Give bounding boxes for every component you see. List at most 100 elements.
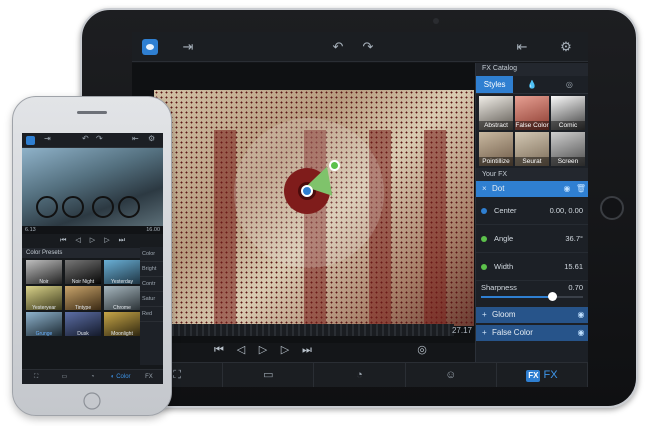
phone-tab-bar: ⛶ ▭ ◔ ◐ Color FX	[22, 369, 163, 384]
property-angle[interactable]: Angle 36.7°	[476, 225, 588, 253]
export-icon[interactable]: ⇤	[514, 39, 530, 55]
tab-fx[interactable]: FX FX	[497, 363, 588, 387]
plus-icon[interactable]: +	[482, 307, 492, 323]
preset-tile[interactable]: Noir	[26, 260, 62, 285]
home-button[interactable]	[600, 196, 624, 220]
jump-end-icon[interactable]: ⏭	[300, 342, 314, 358]
adjustment-sidebar: Color Bright Contr Satur Red	[140, 247, 163, 365]
import-icon[interactable]: ⇥	[44, 134, 51, 143]
undo-icon[interactable]: ↶	[82, 134, 89, 143]
angle-handle[interactable]	[329, 160, 340, 171]
camera-lens-icon[interactable]	[26, 136, 35, 145]
eye-icon[interactable]: ◉	[574, 307, 588, 323]
sharpness-control[interactable]: Sharpness 0.70	[476, 281, 588, 303]
eye-icon[interactable]: ◉	[574, 325, 588, 341]
trash-icon[interactable]: 🗑	[574, 181, 588, 197]
preset-tile[interactable]: Moonlight	[104, 312, 140, 337]
eye-icon[interactable]: ◉	[560, 181, 574, 197]
halftone-photo-preview[interactable]	[154, 90, 474, 326]
side-label[interactable]: Satur	[140, 292, 163, 307]
cyclists-video-preview[interactable]	[22, 148, 163, 226]
home-button[interactable]	[79, 392, 105, 410]
preset-tile[interactable]: Dusk	[65, 312, 101, 337]
palette-icon: ◐	[110, 374, 115, 380]
frame-back-icon[interactable]: ◁	[234, 342, 248, 358]
slider-knob[interactable]	[548, 292, 558, 301]
style-tile[interactable]: Screen	[551, 132, 585, 166]
frame-forward-icon[interactable]: ▷	[104, 234, 109, 248]
top-toolbar: ⇥ ↶ ↷ ⇤ ⚙	[132, 32, 588, 62]
mask-icon[interactable]: ☺	[406, 363, 497, 387]
redo-icon[interactable]: ↷	[360, 39, 376, 55]
tab-fx[interactable]: FX	[135, 370, 163, 384]
undo-icon[interactable]: ↶	[330, 39, 346, 55]
style-tile[interactable]: Seurat	[515, 132, 549, 166]
ipad-screen: ⇥ ↶ ↷ ⇤ ⚙ 27.17 ⏮ ◁ ▷ ▷ ⏭ ◎ FX Catalog S…	[132, 32, 588, 387]
plus-icon[interactable]: +	[482, 325, 492, 341]
fx-row-false-color[interactable]: + False Color ◉	[476, 325, 588, 341]
frame-forward-icon[interactable]: ▷	[278, 342, 292, 358]
center-handle[interactable]	[301, 185, 313, 197]
style-tile[interactable]: Pointillize	[479, 132, 513, 166]
style-tile[interactable]: False Color	[515, 96, 549, 130]
panel-title: FX Catalog	[476, 63, 588, 76]
property-width[interactable]: Width 15.61	[476, 253, 588, 281]
bottom-tab-bar: ⛶ ▭ ◔ ☺ FX FX	[132, 362, 588, 387]
aperture-icon[interactable]: ◎	[551, 76, 588, 93]
crop-icon[interactable]: ⛶	[22, 370, 50, 384]
fx-row-gloom[interactable]: + Gloom ◉	[476, 307, 588, 323]
speaker	[77, 111, 107, 114]
sharpness-value: 0.70	[568, 283, 583, 292]
phone-toolbar: ⇥ ↶ ↷ ⇤ ⚙	[22, 133, 163, 148]
play-icon[interactable]: ▷	[256, 342, 270, 358]
jump-end-icon[interactable]: ⏭	[119, 234, 125, 248]
timeline-scrubber[interactable]	[154, 324, 454, 336]
property-center[interactable]: Center 0.00, 0.00	[476, 197, 588, 225]
preset-tile[interactable]: Noir Night	[65, 260, 101, 285]
jump-start-icon[interactable]: ⏮	[212, 342, 226, 358]
iphone-device: ⇥ ↶ ↷ ⇤ ⚙ 6.13 16.00 ⏮ ◁ ▷ ▷ ⏭ Color Pre…	[12, 96, 172, 416]
fx-icon: FX	[526, 370, 541, 382]
export-icon[interactable]: ⇤	[132, 134, 139, 143]
catalog-segments: Styles 💧 ◎	[476, 76, 588, 94]
speed-icon[interactable]: ◔	[314, 363, 406, 387]
style-tile[interactable]: Comic	[551, 96, 585, 130]
play-icon[interactable]: ▷	[90, 234, 95, 248]
preset-tile[interactable]: Tintype	[65, 286, 101, 311]
side-label[interactable]: Bright	[140, 262, 163, 277]
drop-icon[interactable]: 💧	[513, 76, 550, 93]
iphone-screen: ⇥ ↶ ↷ ⇤ ⚙ 6.13 16.00 ⏮ ◁ ▷ ▷ ⏭ Color Pre…	[22, 133, 163, 384]
tab-color[interactable]: ◐ Color	[107, 370, 135, 384]
speed-icon[interactable]: ◔	[78, 370, 106, 384]
frame-back-icon[interactable]: ◁	[75, 234, 80, 248]
close-icon[interactable]: ×	[482, 181, 492, 197]
snapshot-icon[interactable]: ◎	[415, 342, 429, 358]
camera-lens-icon[interactable]	[142, 39, 158, 55]
your-fx-title: Your FX	[476, 168, 588, 181]
jump-start-icon[interactable]: ⏮	[60, 234, 66, 248]
redo-icon[interactable]: ↷	[96, 134, 103, 143]
preset-tile[interactable]: Chrome	[104, 286, 140, 311]
side-label[interactable]: Contr	[140, 277, 163, 292]
import-icon[interactable]: ⇥	[180, 39, 196, 55]
preset-tile[interactable]: Yesterday	[104, 260, 140, 285]
phone-transport: ⏮ ◁ ▷ ▷ ⏭	[22, 234, 163, 248]
segment-styles[interactable]: Styles	[476, 76, 514, 93]
gear-icon[interactable]: ⚙	[148, 134, 155, 143]
side-label: Color	[140, 247, 163, 262]
phone-timeline[interactable]: 6.13 16.00	[22, 226, 163, 234]
style-tile[interactable]: Abstract	[479, 96, 513, 130]
transport-controls: ⏮ ◁ ▷ ▷ ⏭ ◎	[132, 338, 475, 362]
front-camera	[433, 18, 439, 24]
side-label[interactable]: Red	[140, 307, 163, 322]
presentation-icon[interactable]: ▭	[50, 370, 78, 384]
styles-grid: Abstract False Color Comic Pointillize S…	[476, 94, 588, 168]
preset-tile-selected[interactable]: Grunge	[26, 312, 62, 337]
gear-icon[interactable]: ⚙	[558, 39, 574, 55]
fx-row-dot[interactable]: × Dot ◉ 🗑	[476, 181, 588, 197]
sharpness-label: Sharpness	[481, 283, 517, 292]
sharpness-slider[interactable]	[481, 292, 583, 301]
presentation-icon[interactable]: ▭	[223, 363, 315, 387]
fx-panel: FX Catalog Styles 💧 ◎ Abstract False Col…	[475, 63, 588, 362]
preset-tile[interactable]: Yesteryear	[26, 286, 62, 311]
